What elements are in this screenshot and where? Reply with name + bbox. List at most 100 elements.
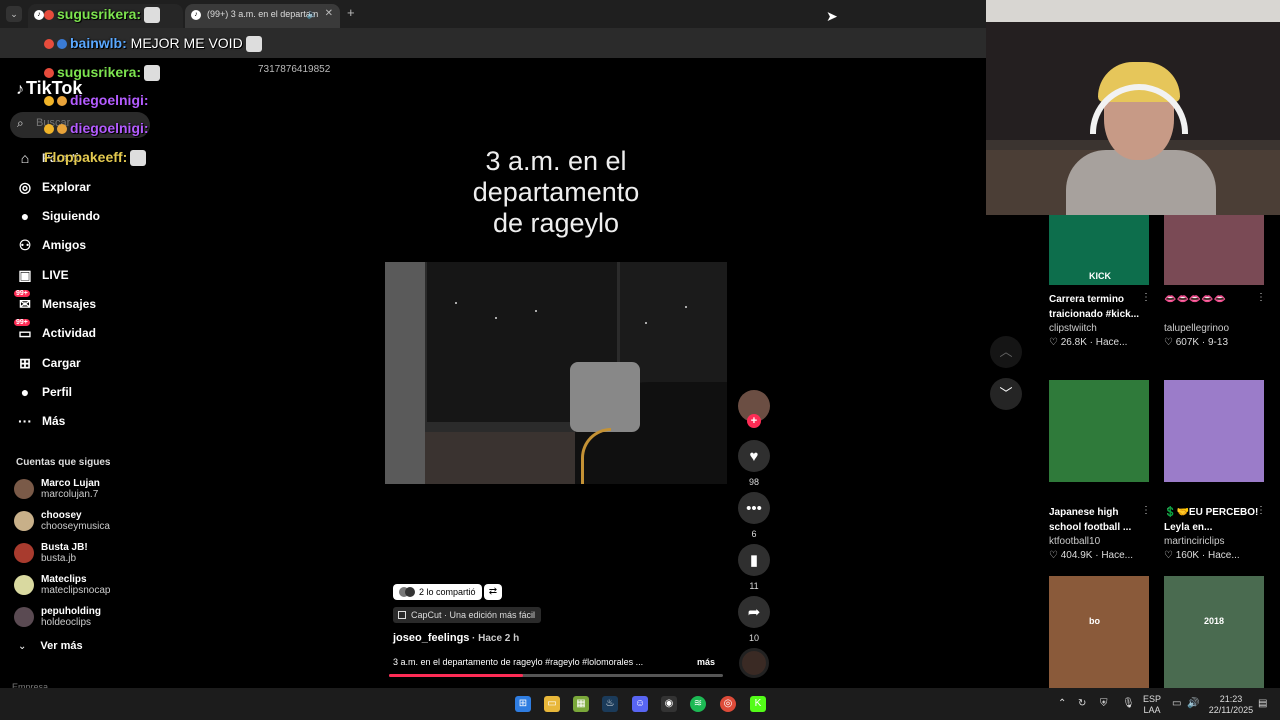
url-text[interactable]: 7317876419852	[258, 64, 330, 75]
heart-icon[interactable]: ♥	[738, 440, 770, 472]
video-player[interactable]	[385, 262, 727, 484]
sidebar-item-actividad[interactable]: ▭ 99+ Actividad	[14, 319, 96, 345]
sidebar-item-amigos[interactable]: ⚇ Amigos	[16, 233, 86, 257]
sidebar-item-más[interactable]: ··· Más	[16, 409, 65, 433]
kebab-menu-icon[interactable]: ⋮	[1141, 505, 1151, 516]
language-indicator[interactable]: ESP LAA	[1142, 694, 1162, 716]
windows-start-icon[interactable]: ⊞	[515, 696, 531, 712]
following-account[interactable]: Marco Lujan marcolujan.7	[14, 475, 100, 503]
chevron-up-icon[interactable]: ⌃	[1058, 698, 1066, 709]
avatar	[405, 587, 415, 597]
comment-count: 6	[751, 529, 757, 539]
see-more-button[interactable]: ⌄ Ver más	[18, 640, 83, 652]
chat-badge-icon	[57, 39, 67, 50]
kebab-menu-icon[interactable]: ⋮	[1256, 292, 1266, 303]
spreadsheet-icon[interactable]: ▦	[573, 696, 589, 712]
following-account[interactable]: choosey chooseymusica	[14, 507, 110, 535]
network-icon[interactable]: ▭	[1172, 698, 1181, 709]
shield-icon[interactable]: ⛨	[1100, 698, 1108, 709]
sidebar-item-label: Explorar	[42, 180, 91, 194]
sidebar-item-label: LIVE	[42, 268, 69, 282]
compass-icon: ◎	[18, 178, 32, 195]
chat-line: bainwlb: MEJOR ME VOID	[44, 35, 262, 53]
chat-badge-icon	[44, 68, 54, 79]
video-author[interactable]: clipstwiitch	[1049, 323, 1097, 334]
next-video-button[interactable]: ﹀	[990, 378, 1022, 410]
volume-icon[interactable]: 🔊	[1187, 698, 1199, 709]
chat-badge-icon	[44, 96, 54, 107]
kebab-menu-icon[interactable]: ⋮	[1141, 292, 1151, 303]
avatar	[14, 543, 34, 563]
previous-video-button[interactable]: ︿	[990, 336, 1022, 368]
sidebar-item-label: Amigos	[42, 238, 87, 252]
home-icon: ⌂	[20, 150, 30, 166]
sidebar-item-perfil[interactable]: ● Perfil	[16, 380, 72, 404]
more-icon: ···	[18, 413, 32, 429]
sidebar-item-cargar[interactable]: ⊞ Cargar	[16, 351, 81, 375]
clock[interactable]: 21:23 22/11/2025	[1206, 694, 1256, 716]
chat-badge-icon	[44, 10, 54, 21]
mouse-cursor-icon: ➤	[826, 8, 838, 24]
video-title[interactable]: Japanese high school football ...	[1049, 505, 1149, 535]
sidebar-item-explorar[interactable]: ◎ Explorar	[16, 175, 91, 199]
kebab-menu-icon[interactable]: ⋮	[1256, 505, 1266, 516]
music-disc-icon[interactable]	[739, 648, 769, 678]
notification-icon[interactable]: ▤	[1258, 698, 1267, 709]
sidebar-item-mensajes[interactable]: ✉ 99+ Mensajes	[14, 290, 96, 316]
caption-more-button[interactable]: más	[697, 657, 715, 667]
file-explorer-icon[interactable]: ▭	[544, 696, 560, 712]
save-action[interactable]: ▮ 11	[738, 544, 770, 591]
obs-icon[interactable]: ◉	[661, 696, 677, 712]
video-thumbnail[interactable]: 2018	[1164, 576, 1264, 688]
author-name[interactable]: joseo_feelings	[393, 632, 469, 644]
video-thumbnail[interactable]: bo	[1049, 576, 1149, 688]
following-account[interactable]: Busta JB! busta.jb	[14, 539, 88, 567]
bookmark-icon[interactable]: ▮	[738, 544, 770, 576]
new-tab-button[interactable]: +	[347, 5, 355, 20]
discord-icon[interactable]: ☺	[632, 696, 648, 712]
video-thumbnail[interactable]	[1164, 215, 1264, 285]
video-title[interactable]: 💲🤝EU PERCEBO! Leyla en...	[1164, 505, 1264, 535]
like-count: 98	[748, 477, 759, 487]
sync-icon[interactable]: ↻	[1078, 698, 1086, 709]
sidebar-item-label: Siguiendo	[42, 209, 100, 223]
video-progress-bar[interactable]	[389, 674, 723, 677]
comment-action[interactable]: ••• 6	[738, 492, 770, 539]
sidebar-item-siguiendo[interactable]: ● Siguiendo	[16, 204, 100, 228]
browser-tab-active[interactable]: ♪ (99+) 3 a.m. en el departam 🔈 ✕	[185, 4, 340, 28]
video-title[interactable]: Carrera termino traicionado #kick...	[1049, 292, 1149, 322]
video-author[interactable]: ktfootball10	[1049, 536, 1100, 547]
repost-icon[interactable]: ⇄	[484, 584, 502, 600]
video-author[interactable]: martinciriclips	[1164, 536, 1225, 547]
like-action[interactable]: ♥ 98	[738, 440, 770, 487]
video-title[interactable]: 👄👄👄👄👄	[1164, 292, 1264, 307]
following-account[interactable]: pepuholding holdeoclips	[14, 603, 101, 631]
video-author[interactable]: talupellegrinoo	[1164, 323, 1229, 334]
share-icon[interactable]: ➦	[738, 596, 770, 628]
kick-icon[interactable]: K	[750, 696, 766, 712]
messages-icon: ✉	[19, 295, 31, 312]
capcut-link[interactable]: CapCut · Una edición más fácil	[393, 607, 542, 623]
video-thumbnail[interactable]: KICK	[1049, 215, 1149, 285]
video-thumbnail[interactable]	[1164, 380, 1264, 482]
steam-icon[interactable]: ♨	[602, 696, 618, 712]
close-tab-icon[interactable]: ✕	[325, 4, 333, 24]
chrome-icon[interactable]: ◎	[720, 696, 736, 712]
follow-plus-icon[interactable]: +	[747, 414, 761, 428]
shared-by-pill[interactable]: 2 lo compartió	[393, 584, 482, 600]
video-thumbnail[interactable]	[1049, 380, 1149, 482]
tiktok-favicon-icon: ♪	[191, 10, 201, 20]
chat-badge-icon	[57, 96, 67, 107]
chat-username: diegoelnigi:	[70, 92, 149, 108]
chat-badge-icon	[44, 39, 54, 50]
microphone-icon[interactable]: 🎙	[1122, 698, 1135, 709]
capcut-icon	[398, 611, 406, 619]
progress-fill	[389, 674, 523, 677]
speaker-icon[interactable]: 🔈	[307, 4, 318, 24]
sidebar-item-live[interactable]: ▣ LIVE	[16, 263, 69, 287]
share-action[interactable]: ➦ 10	[738, 596, 770, 643]
spotify-icon[interactable]: ≋	[690, 696, 706, 712]
comment-icon[interactable]: •••	[738, 492, 770, 524]
tab-list-button[interactable]: ⌄	[6, 6, 22, 22]
following-account[interactable]: Mateclips mateclipsnocap	[14, 571, 110, 599]
